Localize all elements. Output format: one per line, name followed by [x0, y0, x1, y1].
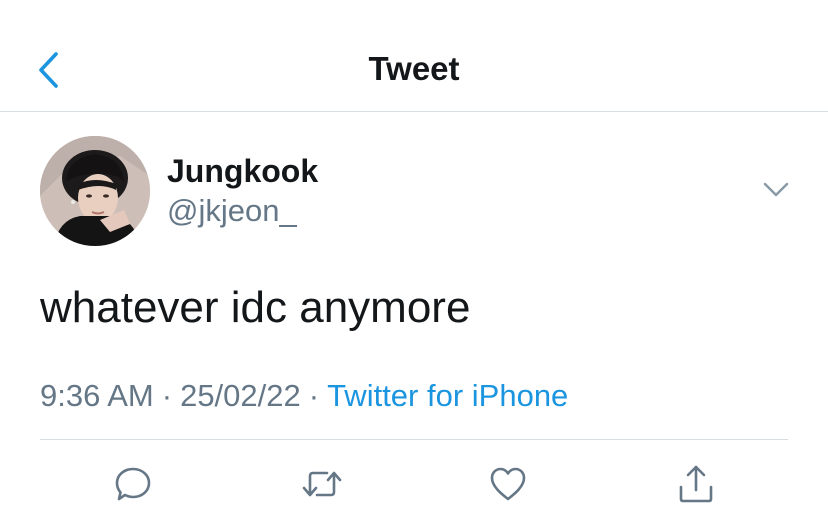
retweet-button[interactable] — [298, 460, 346, 508]
tweet-metadata: 9:36 AM · 25/02/22 · Twitter for iPhone — [40, 376, 568, 416]
top-nav-bar: Tweet — [0, 0, 828, 112]
reply-button[interactable] — [109, 460, 157, 508]
author-handle[interactable]: @jkjeon_ — [167, 193, 297, 229]
share-icon — [679, 465, 713, 503]
retweet-icon — [302, 471, 342, 497]
meta-separator: · — [308, 378, 320, 413]
like-button[interactable] — [484, 460, 532, 508]
avatar[interactable] — [40, 136, 150, 246]
heart-icon — [490, 467, 526, 501]
tweet-detail-screen: Tweet Jungkook @jkjeon_ whatever idc any… — [0, 0, 828, 523]
page-title: Tweet — [368, 50, 460, 87]
tweet-source-link[interactable]: Twitter for iPhone — [327, 378, 568, 413]
avatar-photo — [40, 136, 150, 246]
tweet-text: whatever idc anymore — [40, 283, 471, 332]
divider — [40, 439, 788, 440]
more-options-button[interactable] — [754, 172, 798, 208]
meta-separator: · — [161, 378, 173, 413]
tweet-date: 25/02/22 — [180, 378, 301, 413]
share-button[interactable] — [672, 460, 720, 508]
chevron-down-icon — [763, 182, 789, 197]
tweet-time: 9:36 AM — [40, 378, 154, 413]
author-display-name[interactable]: Jungkook — [167, 152, 318, 190]
reply-bubble-icon — [115, 467, 151, 501]
